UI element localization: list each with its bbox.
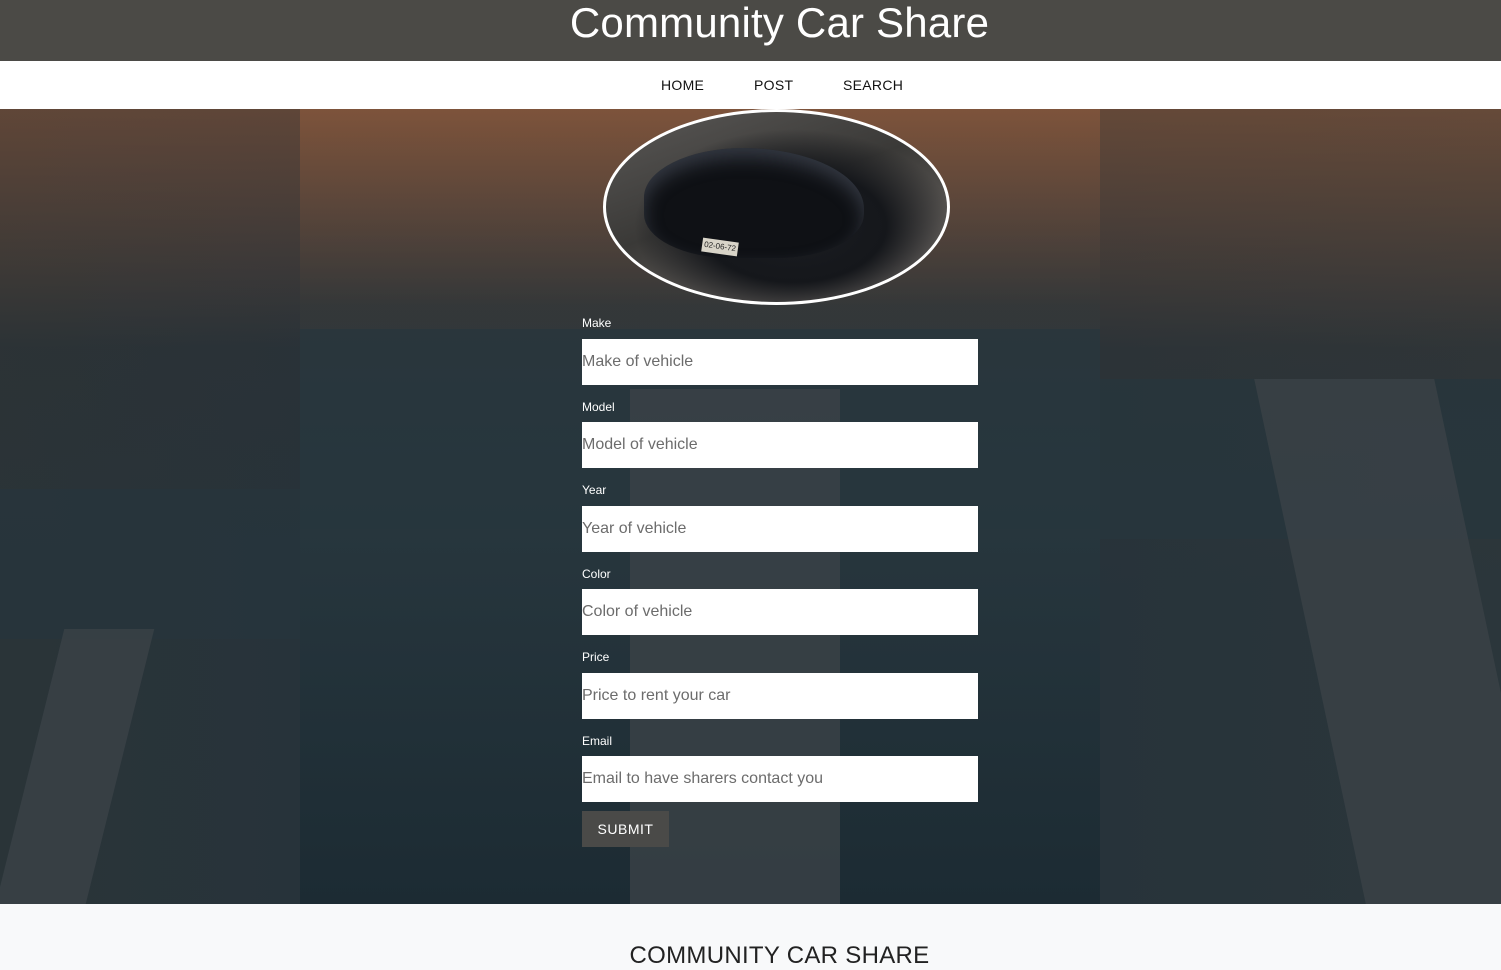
year-label: Year	[582, 483, 607, 497]
hero-background: 02-06-72 Make Model Year Color Price Ema…	[0, 109, 1501, 904]
submit-button[interactable]: SUBMIT	[582, 811, 669, 847]
site-title: Community Car Share	[569, 0, 990, 46]
price-input[interactable]	[582, 673, 978, 719]
main-nav: HOME POST SEARCH	[0, 61, 1501, 109]
background-image-left	[0, 109, 300, 904]
site-footer: COMMUNITY CAR SHARE	[0, 904, 1501, 969]
car-shape	[644, 148, 864, 258]
email-label: Email	[582, 734, 613, 748]
model-input[interactable]	[582, 422, 978, 468]
model-label: Model	[582, 400, 615, 414]
color-input[interactable]	[582, 589, 978, 635]
nav-post[interactable]: POST	[754, 77, 793, 93]
make-label: Make	[582, 316, 612, 330]
make-input[interactable]	[582, 339, 978, 385]
car-image: 02-06-72	[603, 109, 950, 305]
footer-title: COMMUNITY CAR SHARE	[629, 942, 930, 969]
nav-home[interactable]: HOME	[661, 77, 704, 93]
road-shape	[0, 629, 155, 904]
river-shape	[0, 489, 300, 639]
site-header: Community Car Share	[0, 0, 1501, 61]
color-label: Color	[582, 567, 611, 581]
background-image-right	[1100, 109, 1501, 904]
nav-search[interactable]: SEARCH	[843, 77, 903, 93]
email-input[interactable]	[582, 756, 978, 802]
year-input[interactable]	[582, 506, 978, 552]
price-label: Price	[582, 650, 610, 664]
